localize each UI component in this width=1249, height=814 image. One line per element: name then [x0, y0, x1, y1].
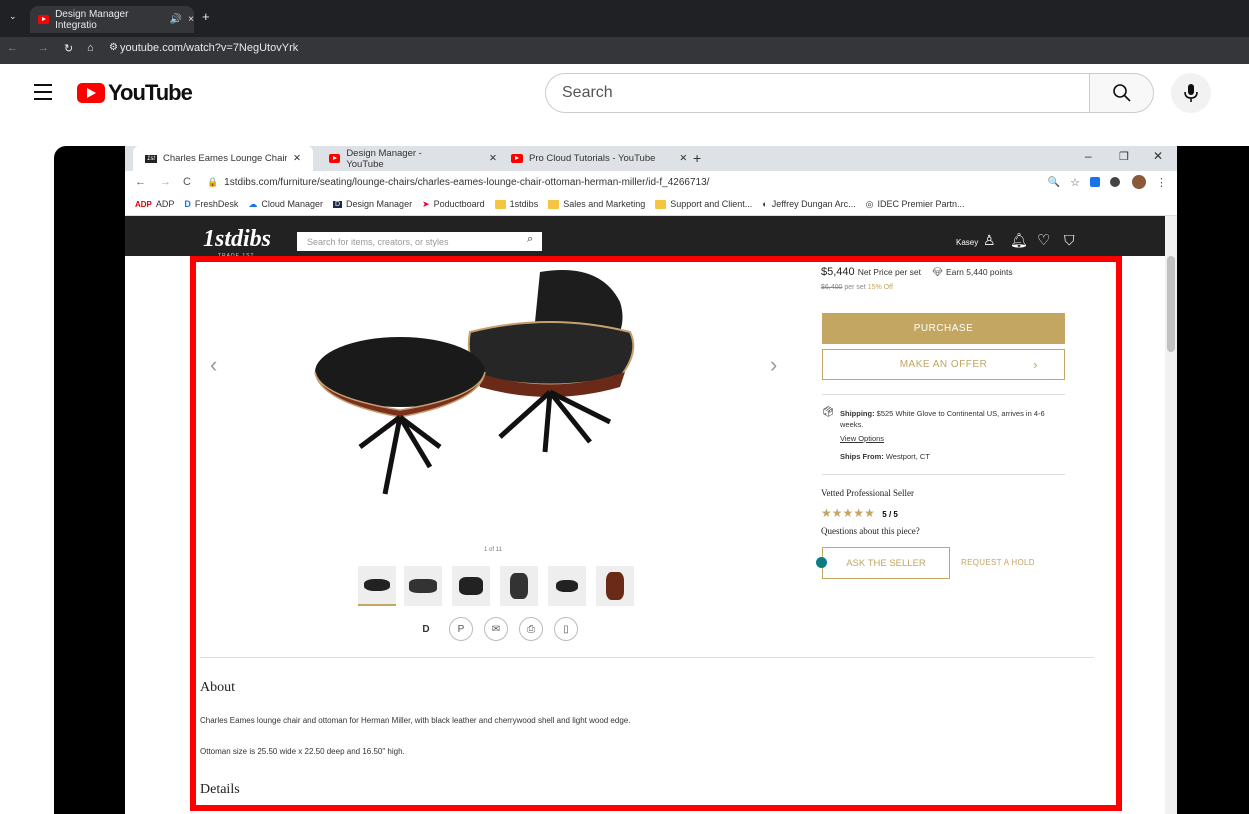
- close-icon[interactable]: ✕: [489, 153, 497, 164]
- bookmark-label: 1stdibs: [509, 199, 539, 209]
- globe-icon: ◐: [762, 199, 768, 209]
- search-icon: [1112, 84, 1131, 102]
- inner-toolbar: ← → C 🔒 1stdibs.com/furniture/seating/lo…: [125, 171, 1177, 193]
- youtube-wordmark[interactable]: YouTube: [108, 80, 193, 106]
- new-tab-button[interactable]: +: [693, 150, 701, 166]
- outer-tab-title: Design Manager Integratio: [55, 8, 129, 31]
- bookmark-label: Poductboard: [433, 199, 485, 209]
- 1stdibs-favicon-icon: 1st: [145, 154, 158, 163]
- productboard-icon: ➤: [422, 198, 430, 209]
- outer-tab-active[interactable]: Design Manager Integratio 🔊 ×: [30, 6, 194, 33]
- site-search-input[interactable]: Search for items, creators, or styles: [297, 232, 542, 251]
- bookmark-jeffrey[interactable]: ◐ Jeffrey Dungan Arc...: [762, 199, 855, 209]
- cart-icon[interactable]: ⛉: [1064, 232, 1075, 249]
- youtube-logo-icon[interactable]: [77, 83, 105, 103]
- lock-icon: 🔒: [206, 176, 219, 187]
- home-icon[interactable]: ⌂: [87, 42, 94, 54]
- voice-search-button[interactable]: [1171, 73, 1211, 113]
- extension-icon[interactable]: [1110, 177, 1120, 187]
- bookmark-label: Sales and Marketing: [563, 199, 646, 209]
- scrollbar-thumb[interactable]: [1167, 256, 1175, 352]
- bookmark-label: Support and Client...: [670, 199, 753, 209]
- inner-tab-design-manager[interactable]: Design Manager - YouTube ✕: [317, 146, 497, 171]
- youtube-favicon-icon: [329, 154, 341, 163]
- back-icon[interactable]: ←: [135, 176, 146, 188]
- bookmark-freshdesk[interactable]: D FreshDesk: [184, 199, 238, 209]
- adp-icon: ADP: [135, 199, 152, 209]
- reload-icon[interactable]: ↻: [64, 42, 73, 55]
- inner-tab-1stdibs[interactable]: 1st Charles Eames Lounge Chair and ✕: [133, 146, 313, 171]
- highlight-box: [190, 256, 1122, 811]
- bookmark-label: FreshDesk: [194, 199, 239, 209]
- bookmark-star-icon[interactable]: ☆: [1070, 176, 1080, 189]
- more-menu-icon[interactable]: ⋮: [1156, 176, 1167, 189]
- restore-icon[interactable]: ❐: [1119, 150, 1129, 163]
- globe-icon: ◎: [865, 198, 874, 209]
- folder-icon: [548, 199, 560, 209]
- profile-avatar[interactable]: [1132, 175, 1146, 189]
- bookmark-label: Design Manager: [346, 199, 413, 209]
- outer-tab-strip: ⌄ Design Manager Integratio 🔊 × +: [0, 0, 1249, 37]
- inner-tab-strip: 1st Charles Eames Lounge Chair and ✕ Des…: [125, 146, 1177, 171]
- bookmark-label: Cloud Manager: [261, 199, 323, 209]
- forward-icon[interactable]: →: [160, 176, 171, 188]
- site-info-icon[interactable]: ⚙: [109, 42, 118, 53]
- tab-search-icon[interactable]: ⌄: [9, 11, 17, 22]
- bookmark-support[interactable]: Support and Client...: [655, 199, 752, 209]
- bookmarks-bar: ADP ADP D FreshDesk ☁ Cloud Manager D Design…: [125, 193, 1177, 216]
- youtube-favicon-icon: [38, 15, 50, 24]
- heart-icon[interactable]: ♡: [1037, 231, 1050, 249]
- close-window-icon[interactable]: ✕: [1153, 149, 1163, 163]
- cloud-icon: ☁: [248, 198, 258, 209]
- forward-icon[interactable]: →: [38, 42, 49, 54]
- outer-address-bar[interactable]: youtube.com/watch?v=7NegUtovYrk: [120, 42, 298, 54]
- close-icon[interactable]: ✕: [293, 153, 301, 164]
- bookmark-sales[interactable]: Sales and Marketing: [548, 199, 645, 209]
- bookmark-design-manager[interactable]: D Design Manager: [332, 199, 413, 209]
- bookmark-cloud-manager[interactable]: ☁ Cloud Manager: [248, 199, 323, 210]
- extension-icon[interactable]: [1090, 177, 1100, 187]
- inner-address-bar[interactable]: 1stdibs.com/furniture/seating/lounge-cha…: [224, 177, 709, 188]
- folder-icon: [494, 199, 506, 209]
- bookmark-1stdibs[interactable]: 1stdibs: [494, 199, 539, 209]
- inner-tab-pro-cloud[interactable]: Pro Cloud Tutorials - YouTube ✕: [499, 146, 689, 171]
- zoom-icon[interactable]: 🔍: [1048, 177, 1060, 188]
- inner-tab-title: Pro Cloud Tutorials - YouTube: [529, 153, 656, 164]
- back-icon[interactable]: ←: [7, 42, 18, 54]
- site-logo[interactable]: 1stdibs: [203, 226, 271, 253]
- dm-icon: D: [332, 200, 343, 208]
- dm-icon: D: [184, 199, 191, 209]
- bookmark-adp[interactable]: ADP ADP: [135, 199, 174, 209]
- close-icon[interactable]: ×: [188, 14, 194, 25]
- bookmark-productboard[interactable]: ➤ Poductboard: [422, 199, 485, 210]
- bookmark-label: Jeffrey Dungan Arc...: [771, 199, 856, 209]
- search-button[interactable]: [1090, 73, 1154, 113]
- microphone-icon: [1184, 84, 1198, 102]
- account-icon[interactable]: ♙: [983, 232, 996, 249]
- reload-icon[interactable]: C: [183, 176, 191, 188]
- user-name[interactable]: Kasey: [956, 238, 978, 247]
- inner-tab-title: Design Manager - YouTube: [346, 147, 422, 170]
- new-tab-button[interactable]: +: [202, 9, 210, 24]
- site-header: [125, 216, 1165, 256]
- minimize-icon[interactable]: –: [1085, 149, 1092, 163]
- search-input[interactable]: Search: [545, 73, 1090, 113]
- inner-tab-title: Charles Eames Lounge Chair and: [163, 153, 288, 164]
- audio-icon: 🔊: [169, 14, 183, 25]
- bookmark-idec[interactable]: ◎ IDEC Premier Partn...: [866, 199, 965, 210]
- bell-icon[interactable]: 🔔︎: [1010, 232, 1028, 249]
- close-icon[interactable]: ✕: [679, 153, 687, 164]
- menu-icon[interactable]: [34, 84, 52, 100]
- youtube-favicon-icon: [511, 154, 523, 163]
- bookmark-label: ADP: [155, 199, 175, 209]
- folder-icon: [655, 199, 667, 209]
- search-icon[interactable]: ⌕: [527, 233, 533, 246]
- bookmark-label: IDEC Premier Partn...: [877, 199, 965, 209]
